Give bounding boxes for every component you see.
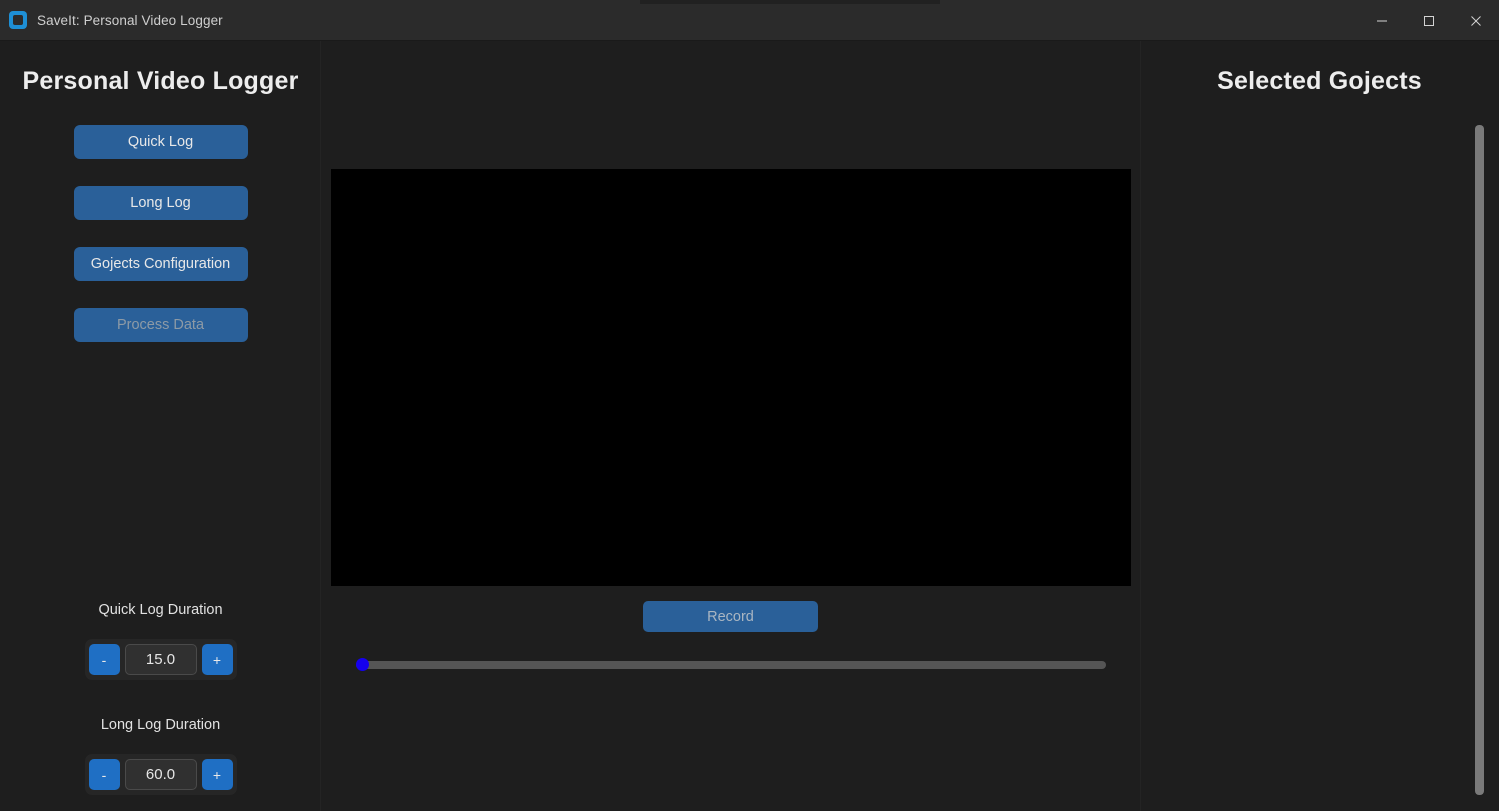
sidebar-nav-buttons: Quick Log Long Log Gojects Configuration… (0, 125, 321, 369)
window-title: SaveIt: Personal Video Logger (37, 12, 223, 28)
quick-log-button[interactable]: Quick Log (73, 125, 248, 159)
left-sidebar: Personal Video Logger Quick Log Long Log… (0, 41, 321, 811)
long-log-duration-label: Long Log Duration (100, 717, 221, 733)
quick-log-duration-stepper: - + (84, 639, 237, 680)
gojects-configuration-button[interactable]: Gojects Configuration (73, 247, 248, 281)
maximize-button[interactable] (1405, 0, 1452, 41)
record-button[interactable]: Record (643, 601, 818, 632)
long-log-duration-stepper: - + (84, 754, 237, 795)
long-log-duration-input[interactable] (124, 759, 197, 790)
sidebar-title: Personal Video Logger (22, 67, 299, 95)
seek-slider-thumb[interactable] (356, 658, 369, 671)
quick-log-decrement-button[interactable]: - (88, 644, 120, 675)
app-window: SaveIt: Personal Video Logger Personal V… (0, 0, 1499, 811)
quick-log-duration-label: Quick Log Duration (98, 602, 223, 618)
right-panel: Selected Gojects (1141, 41, 1498, 811)
selected-gojects-title: Selected Gojects (1217, 67, 1422, 95)
long-log-decrement-button[interactable]: - (88, 759, 120, 790)
minimize-button[interactable] (1358, 0, 1405, 41)
maximize-icon (1423, 15, 1435, 27)
long-log-increment-button[interactable]: + (201, 759, 233, 790)
title-bar[interactable]: SaveIt: Personal Video Logger (0, 0, 1499, 41)
quick-log-duration-group: Quick Log Duration - + (0, 602, 321, 680)
video-preview-surface[interactable] (331, 169, 1131, 586)
gojects-scrollbar-track[interactable] (1474, 119, 1486, 799)
selected-gojects-list[interactable] (1149, 121, 1474, 801)
long-log-button[interactable]: Long Log (73, 186, 248, 220)
minimize-icon (1376, 15, 1388, 27)
gojects-scrollbar-thumb[interactable] (1475, 125, 1484, 795)
center-panel: Record (321, 41, 1141, 811)
quick-log-increment-button[interactable]: + (201, 644, 233, 675)
seek-slider-track[interactable] (356, 661, 1106, 669)
long-log-duration-group: Long Log Duration - + (0, 717, 321, 795)
close-button[interactable] (1452, 0, 1499, 41)
app-logo-icon (9, 11, 27, 29)
window-drag-region[interactable] (640, 0, 940, 4)
process-data-button[interactable]: Process Data (73, 308, 248, 342)
quick-log-duration-input[interactable] (124, 644, 197, 675)
playback-seek-slider[interactable] (356, 656, 1106, 674)
window-controls (1358, 0, 1499, 41)
close-icon (1470, 15, 1482, 27)
main-body: Personal Video Logger Quick Log Long Log… (0, 41, 1499, 811)
